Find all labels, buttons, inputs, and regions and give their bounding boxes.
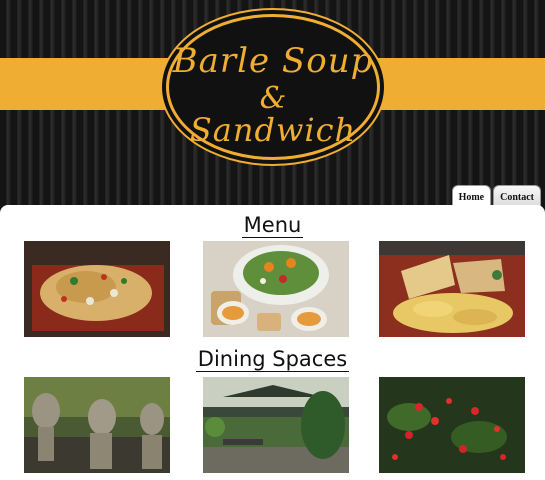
dining-photo-statues[interactable] [24, 377, 170, 473]
dining-photo-flowers[interactable] [379, 377, 525, 473]
dining-photo-patio[interactable] [203, 377, 349, 473]
menu-photo-nachos[interactable] [24, 241, 170, 337]
main-content: Menu Dining Spaces [0, 205, 545, 480]
restaurant-logo[interactable]: Barle Soup & Sandwich [166, 14, 380, 160]
menu-photo-salad[interactable] [203, 241, 349, 337]
menu-photo-sandwich[interactable] [379, 241, 525, 337]
logo-text-line1: Barle Soup [172, 41, 374, 81]
logo-text-line2: Sandwich [189, 111, 357, 149]
menu-heading: Menu [241, 213, 304, 238]
dining-spaces-heading: Dining Spaces [195, 347, 350, 372]
